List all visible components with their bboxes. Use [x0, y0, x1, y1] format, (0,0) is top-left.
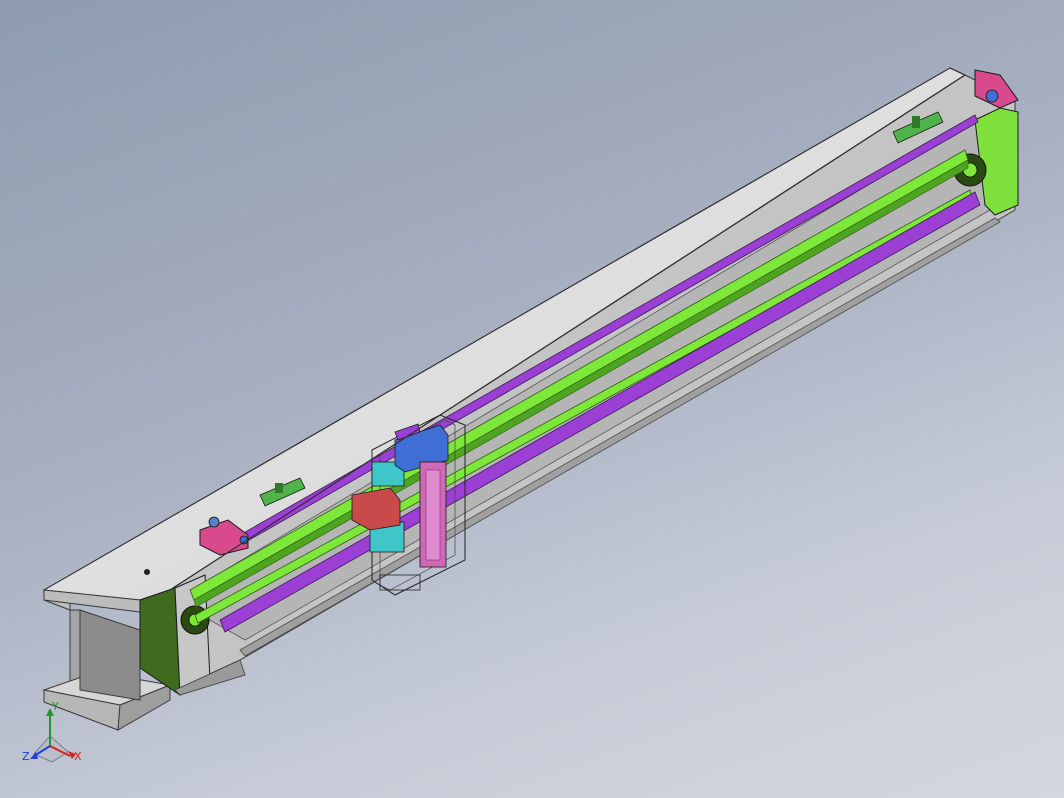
carriage-red-block — [351, 487, 401, 531]
reference-triad[interactable]: Y X Z — [20, 702, 86, 772]
triad-x-label: X — [74, 750, 82, 763]
right-adjust-knob — [985, 89, 999, 103]
triad-z-label: Z — [22, 750, 30, 763]
mounting-hole — [144, 569, 150, 575]
upper-green-rail — [189, 149, 969, 608]
triad-y-label: Y — [51, 702, 59, 713]
cad-model-linear-module[interactable] — [0, 0, 1064, 798]
graphics-viewport[interactable]: Y X Z — [0, 0, 1064, 798]
top-cover-plate — [42, 67, 967, 613]
lower-green-rail — [194, 189, 973, 624]
lower-purple-rail — [219, 191, 981, 633]
upper-purple-rail — [239, 114, 979, 544]
